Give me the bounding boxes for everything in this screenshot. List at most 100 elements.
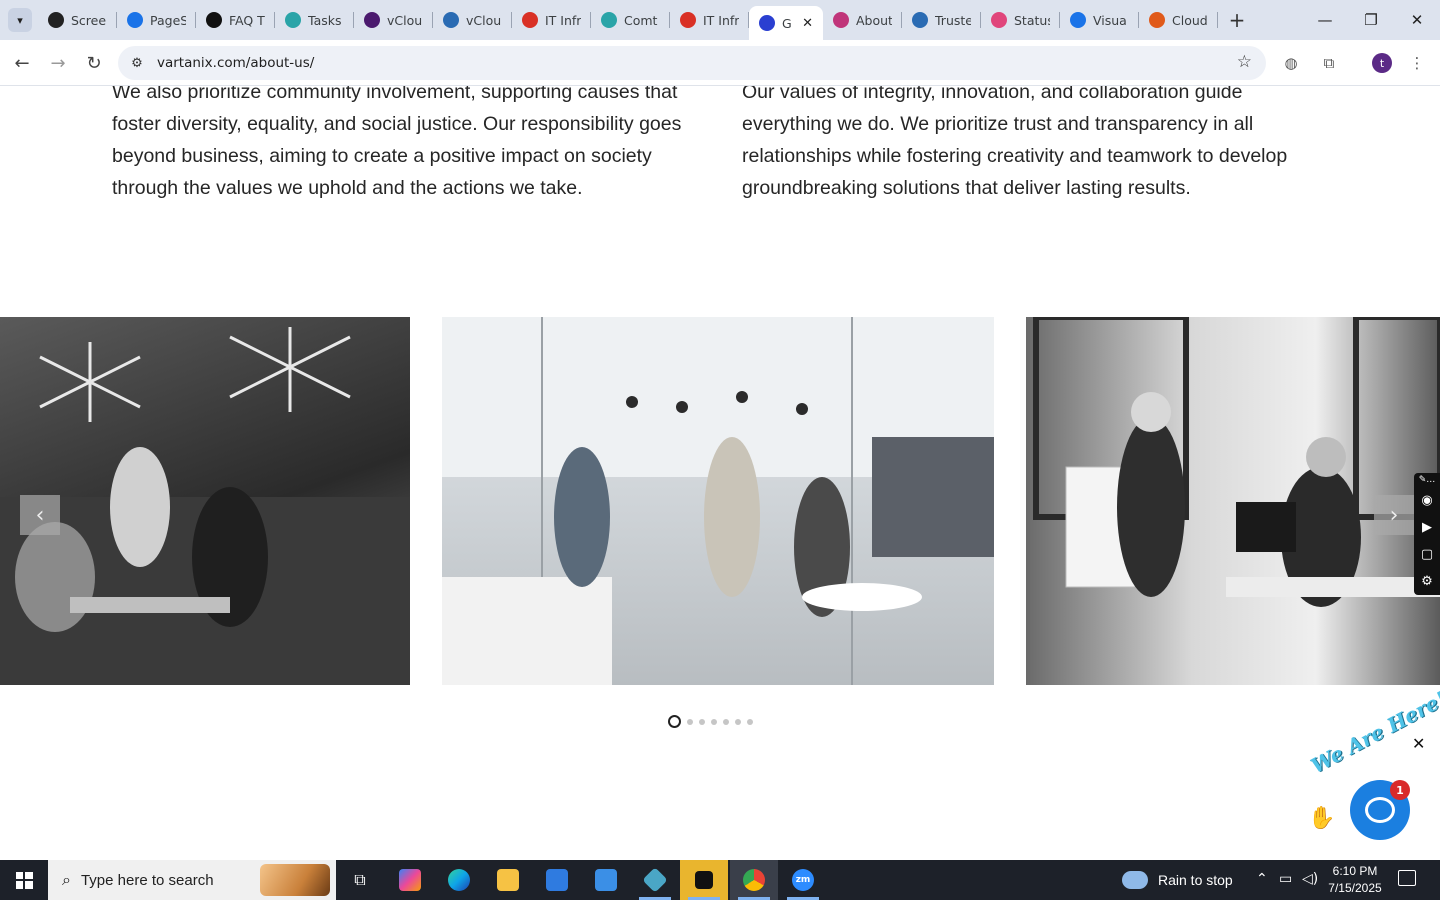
chevron-down-icon: ▾ [17, 13, 23, 27]
browser-tab[interactable]: Comt [591, 0, 670, 40]
browser-tab[interactable]: Visua [1060, 0, 1139, 40]
carousel-dot[interactable] [747, 718, 753, 725]
forward-button[interactable]: → [44, 49, 72, 77]
task-view-icon: ⧉ [354, 870, 366, 889]
sticky-notes-icon [695, 871, 713, 889]
carousel-next-button[interactable]: › [1374, 495, 1414, 535]
browser-toolbar: ← → ↻ ⚙ vartanix.com/about-us/ ☆ ◍ ⧉ t ⋮ [0, 40, 1440, 86]
tab-title: Tasks [308, 12, 342, 28]
taskbar-search-placeholder: Type here to search [80, 871, 214, 889]
bookmark-star-icon[interactable]: ☆ [1237, 52, 1252, 72]
window-capture-icon[interactable]: ▢ [1414, 541, 1440, 568]
carousel-dot[interactable] [735, 718, 741, 725]
tab-title: vClou [466, 12, 502, 28]
settings-gear-icon[interactable]: ⚙ [1414, 568, 1440, 595]
tab-search-button[interactable]: ▾ [8, 8, 32, 32]
carousel-dot[interactable] [668, 715, 681, 728]
url-text[interactable]: vartanix.com/about-us/ [157, 55, 314, 71]
chat-unread-badge: 1 [1390, 780, 1410, 800]
browser-tab[interactable]: Truste [902, 0, 981, 40]
menu-kebab-icon[interactable]: ⋮ [1404, 50, 1430, 76]
video-icon[interactable]: ▶ [1414, 514, 1440, 541]
tab-list: Screen PageS FAQ T Tasks vClou vClou IT Infr Co… [38, 0, 1218, 40]
check-v-icon [443, 12, 459, 28]
arrow-right-icon: → [50, 52, 66, 74]
circle-icon [601, 12, 617, 28]
minimize-icon: — [1317, 11, 1333, 29]
openai-icon [206, 12, 222, 28]
chrome-icon [743, 869, 765, 891]
search-highlight-graphic [260, 864, 330, 896]
tab-title: Truste [935, 12, 971, 28]
extensions-icon[interactable]: ⧉ [1316, 50, 1342, 76]
tab-title: Cloud [1172, 12, 1208, 28]
carousel-prev-button[interactable]: ‹ [20, 495, 60, 535]
network-icon[interactable]: ▭ [1279, 871, 1292, 887]
browser-tab[interactable]: About [823, 0, 902, 40]
browser-tab[interactable]: vClou [433, 0, 512, 40]
carousel-dot[interactable] [687, 718, 693, 725]
tag-icon [680, 12, 696, 28]
tab-title: About [856, 12, 892, 28]
tab-title: Comt [624, 12, 658, 28]
camera-icon[interactable]: ◉ [1414, 487, 1440, 514]
volume-icon[interactable]: ◁) [1302, 871, 1318, 887]
pen-icon [991, 12, 1007, 28]
flower-icon [833, 12, 849, 28]
taskbar-app-diamond[interactable] [631, 860, 679, 900]
taskbar-edge[interactable] [435, 860, 483, 900]
taskbar-search[interactable]: ⌕ Type here to search [48, 860, 336, 900]
address-bar[interactable]: ⚙ vartanix.com/about-us/ ☆ [118, 46, 1266, 80]
task-view-button[interactable]: ⧉ [336, 860, 384, 900]
search-icon: ⌕ [62, 870, 71, 889]
taskbar-store[interactable] [533, 860, 581, 900]
start-button[interactable] [0, 860, 48, 900]
values-paragraph: Our values of integrity, innovation, and… [742, 86, 1288, 199]
taskbar-sticky-notes[interactable] [680, 860, 728, 900]
taskbar-copilot[interactable] [386, 860, 434, 900]
restore-icon: ❐ [1364, 11, 1378, 29]
taskbar-zoom[interactable]: zm [779, 860, 827, 900]
browser-tab[interactable]: PageS [117, 0, 196, 40]
v-icon [364, 12, 380, 28]
back-button[interactable]: ← [8, 49, 36, 77]
taskbar-file-explorer[interactable] [484, 860, 532, 900]
browser-tab[interactable]: G ✕ [749, 6, 823, 40]
weather-widget[interactable]: Rain to stop [1122, 860, 1233, 900]
system-clock[interactable]: 6:10 PM 7/15/2025 [1322, 863, 1388, 897]
arrow-left-icon: ← [14, 52, 30, 74]
browser-tab[interactable]: Tasks [275, 0, 354, 40]
browser-tab[interactable]: IT Infr [670, 0, 749, 40]
site-settings-icon[interactable]: ⚙ [128, 54, 146, 72]
tab-close-icon[interactable]: ✕ [802, 16, 813, 31]
chat-close-button[interactable]: ✕ [1412, 734, 1425, 753]
tray-chevron-up-icon[interactable]: ⌃ [1256, 871, 1268, 887]
browser-tab[interactable]: Status [981, 0, 1060, 40]
diamond-app-icon [642, 867, 668, 893]
page-content: We also prioritize community involvement… [0, 86, 1440, 860]
tab-title: Visua [1093, 12, 1127, 28]
reload-button[interactable]: ↻ [80, 49, 108, 77]
browser-tab[interactable]: vClou [354, 0, 433, 40]
carousel-dot[interactable] [723, 718, 729, 725]
minimize-button[interactable]: — [1302, 0, 1348, 40]
notification-center-icon[interactable] [1398, 870, 1416, 886]
taskbar-mail[interactable] [582, 860, 630, 900]
profile-avatar[interactable]: t [1372, 53, 1392, 73]
browser-tab[interactable]: Cloud [1139, 0, 1218, 40]
tab-title: IT Infr [545, 12, 581, 28]
translate-icon[interactable]: ◍ [1278, 50, 1304, 76]
browser-tab[interactable]: Screen [38, 0, 117, 40]
scales-icon [912, 12, 928, 28]
restore-button[interactable]: ❐ [1348, 0, 1394, 40]
new-tab-button[interactable]: + [1225, 8, 1249, 32]
close-window-button[interactable]: ✕ [1394, 0, 1440, 40]
carousel-dot[interactable] [711, 718, 717, 725]
carousel-dot[interactable] [699, 718, 705, 725]
waving-hand-icon: ✋ [1308, 806, 1336, 831]
taskbar-chrome[interactable] [730, 860, 778, 900]
browser-tab[interactable]: FAQ T [196, 0, 275, 40]
tag-icon [522, 12, 538, 28]
edit-icon[interactable]: ✎… [1414, 473, 1440, 487]
browser-tab[interactable]: IT Infr [512, 0, 591, 40]
